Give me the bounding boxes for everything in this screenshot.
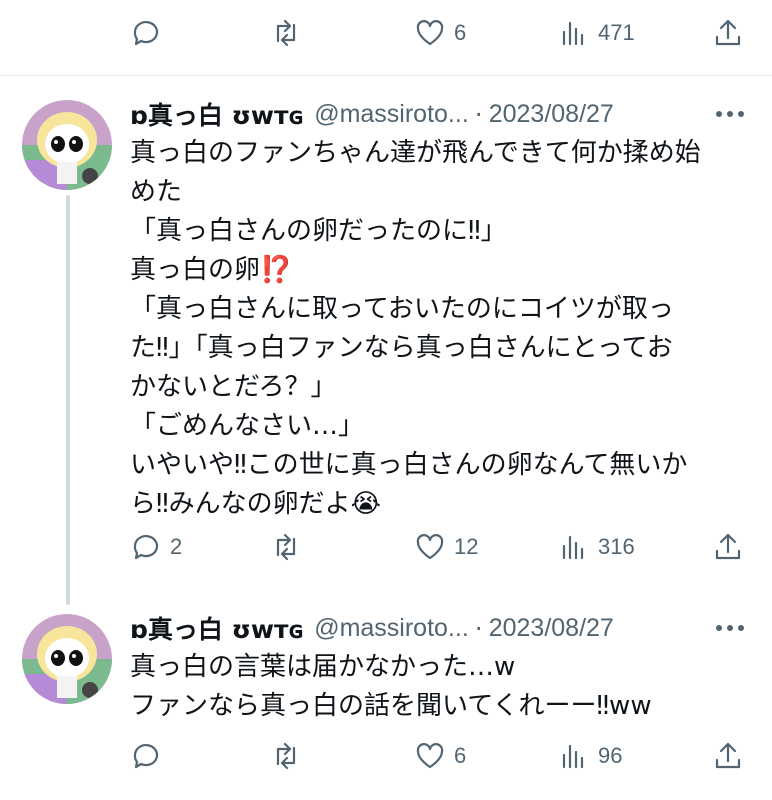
reply-icon [133, 21, 159, 46]
share-button[interactable] [712, 736, 744, 776]
avatar-image [22, 100, 112, 190]
views-icon [562, 535, 584, 560]
tweet-line: 真っ白のファンちゃん達が飛んできて何か揉め始 [130, 138, 701, 168]
tweet-divider [0, 75, 772, 76]
like-count: 6 [454, 743, 467, 768]
like-button[interactable]: 12 [414, 527, 478, 567]
tweet-line: 「ごめんなさい…」 [130, 411, 365, 441]
heart-icon [416, 534, 444, 560]
tweet-text: 真っ白のファンちゃん達が飛んできて何か揉め始 めた 「真っ白さんの卵だったのに‼… [130, 134, 750, 524]
tweet-text: 真っ白の言葉は届かなかった…w ファンなら真っ白の話を聞いてくれーー‼ww [130, 648, 750, 726]
share-icon [715, 742, 741, 769]
tweet-line: いやいや‼この世に真っ白さんの卵なんて無いか [130, 450, 688, 480]
share-button[interactable] [712, 13, 744, 53]
like-button[interactable]: 6 [414, 736, 466, 776]
tweet-line: 真っ白の言葉は届かなかった…w [130, 652, 516, 682]
tweet-line: ファンなら真っ白の話を聞いてくれーー‼ww [130, 691, 652, 721]
views-count: 316 [598, 534, 635, 559]
tweet-header: ɒ真っ白 ʊᴡᴛɢ @massiroto... · 2023/08/27 [130, 96, 614, 132]
reply-icon [133, 535, 159, 560]
tweet-date[interactable]: 2023/08/27 [489, 100, 614, 129]
reply-button[interactable]: 2 [130, 527, 182, 567]
user-handle[interactable]: @massiroto... [314, 614, 469, 643]
tweet-line: 「真っ白さんの卵だったのに‼」 [130, 216, 507, 246]
reply-button[interactable] [130, 13, 170, 53]
separator-dot: · [474, 99, 483, 129]
like-button[interactable]: 6 [414, 13, 466, 53]
retweet-icon [276, 19, 296, 47]
tweet-action-bar: 6 96 [0, 736, 772, 776]
tweet-line: 「真っ白さんに取っておいたのにコイツが取っ [130, 294, 674, 324]
separator-dot: · [474, 613, 483, 643]
retweet-icon [276, 533, 296, 561]
reply-button[interactable] [130, 736, 170, 776]
user-handle[interactable]: @massiroto... [314, 100, 469, 129]
heart-icon [416, 743, 444, 769]
heart-icon [416, 20, 444, 46]
views-icon [562, 21, 584, 46]
display-name[interactable]: ɒ真っ白 ʊᴡᴛɢ [130, 610, 304, 646]
top-action-bar: 6 471 [0, 13, 772, 53]
share-button[interactable] [712, 527, 744, 567]
avatar[interactable] [22, 100, 112, 190]
tweet-line: 真っ白の卵⁉️ [130, 255, 293, 285]
views-button[interactable]: 471 [558, 13, 635, 53]
like-count: 6 [454, 20, 467, 45]
tweet-action-bar: 2 12 316 [0, 527, 772, 567]
tweet-line: ら‼みんなの卵だよ😭 [130, 489, 381, 519]
like-count: 12 [454, 534, 479, 559]
views-button[interactable]: 96 [558, 736, 622, 776]
views-count: 471 [598, 20, 635, 45]
share-icon [715, 533, 741, 560]
more-icon[interactable] [716, 96, 744, 132]
tweet-header: ɒ真っ白 ʊᴡᴛɢ @massiroto... · 2023/08/27 [130, 610, 614, 646]
more-icon[interactable] [716, 610, 744, 646]
tweet-line: た‼」「真っ白ファンなら真っ白さんにとってお [130, 333, 673, 363]
tweet-line: かないとだろ？」 [130, 372, 337, 402]
views-icon [562, 744, 584, 769]
tweet-line: めた [130, 177, 183, 207]
avatar-image [22, 614, 112, 704]
share-icon [715, 19, 741, 46]
display-name[interactable]: ɒ真っ白 ʊᴡᴛɢ [130, 96, 304, 132]
views-button[interactable]: 316 [558, 527, 635, 567]
tweet-date[interactable]: 2023/08/27 [489, 614, 614, 643]
retweet-button[interactable] [270, 527, 310, 567]
avatar[interactable] [22, 614, 112, 704]
retweet-button[interactable] [270, 736, 310, 776]
reply-count: 2 [170, 534, 183, 559]
retweet-icon [276, 742, 296, 770]
views-count: 96 [598, 743, 623, 768]
reply-icon [133, 744, 159, 769]
retweet-button[interactable] [270, 13, 310, 53]
